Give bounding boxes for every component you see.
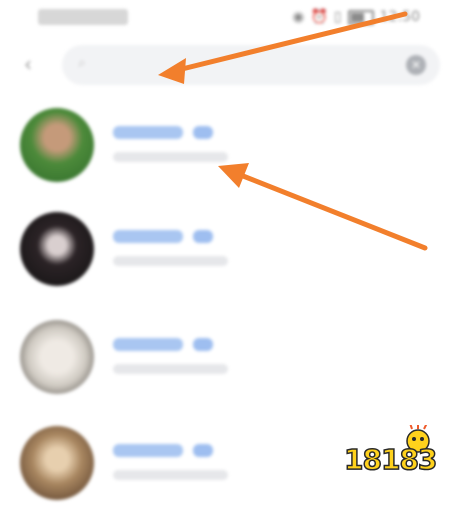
annotation-arrow-search <box>158 11 408 84</box>
annotation-layer <box>158 11 428 251</box>
watermark-logo: 18183 <box>340 422 440 487</box>
watermark-text: 18183 <box>343 442 438 477</box>
annotation-arrow-result <box>218 163 428 251</box>
